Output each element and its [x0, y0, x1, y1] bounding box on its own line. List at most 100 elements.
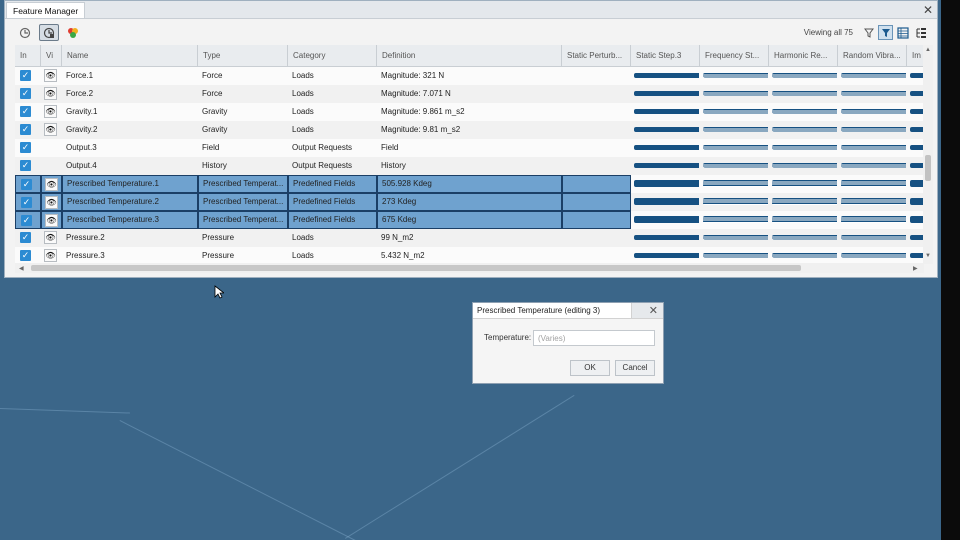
category-cell[interactable]: Loads	[288, 103, 377, 121]
include-checkbox[interactable]: ✓	[21, 215, 32, 226]
vertical-scrollbar[interactable]: ▲ ▼	[923, 45, 933, 264]
step-activity-bar[interactable]	[910, 180, 924, 187]
step-activity-bar[interactable]	[772, 163, 837, 168]
step-activity-bar[interactable]	[841, 109, 906, 114]
static-perturbation-cell[interactable]	[562, 229, 631, 247]
step-activity-bar[interactable]	[910, 91, 924, 96]
definition-cell[interactable]: History	[377, 157, 562, 175]
name-cell[interactable]: Prescribed Temperature.1	[62, 175, 198, 193]
include-checkbox[interactable]: ✓	[20, 70, 31, 81]
step-activity-bar[interactable]	[634, 91, 699, 96]
type-cell[interactable]: Prescribed Temperat...	[198, 175, 288, 193]
definition-cell[interactable]: Magnitude: 321 N	[377, 67, 562, 85]
column-header[interactable]: Definition	[377, 45, 562, 67]
category-cell[interactable]: Output Requests	[288, 139, 377, 157]
eye-icon[interactable]: 👁	[45, 196, 58, 209]
window-title-tab[interactable]: Feature Manager	[6, 2, 86, 18]
step-activity-bar[interactable]	[772, 127, 837, 132]
table-row[interactable]: ✓ 👁 Pressure.2 Pressure Loads 99 N_m2	[15, 229, 924, 247]
filter-active-icon[interactable]	[878, 25, 893, 40]
step-activity-bar[interactable]	[910, 73, 924, 78]
tree-view-icon[interactable]	[913, 25, 928, 40]
scroll-right-icon[interactable]: ▶	[913, 265, 918, 272]
type-cell[interactable]: Gravity	[198, 121, 288, 139]
column-header[interactable]: Random Vibra...	[838, 45, 907, 67]
column-header[interactable]: Vi	[41, 45, 62, 67]
step-activity-bar[interactable]	[772, 180, 837, 187]
step-activity-bar[interactable]	[703, 163, 768, 168]
definition-cell[interactable]: Field	[377, 139, 562, 157]
close-icon[interactable]: ✕	[923, 2, 933, 18]
horizontal-scroll-thumb[interactable]	[31, 265, 801, 271]
column-header[interactable]: Harmonic Re...	[769, 45, 838, 67]
eye-icon[interactable]: 👁	[45, 178, 58, 191]
column-header[interactable]: In	[15, 45, 41, 67]
category-cell[interactable]: Loads	[288, 67, 377, 85]
table-row[interactable]: ✓ 👁 Prescribed Temperature.1 Prescribed Tem…	[15, 175, 924, 193]
name-cell[interactable]: Gravity.2	[62, 121, 198, 139]
name-cell[interactable]: Gravity.1	[62, 103, 198, 121]
scroll-left-icon[interactable]: ◀	[19, 265, 24, 272]
step-activity-bar[interactable]	[841, 145, 906, 150]
step-activity-bar[interactable]	[703, 91, 768, 96]
column-header[interactable]: Im	[907, 45, 924, 67]
definition-cell[interactable]: 5.432 N_m2	[377, 247, 562, 264]
type-cell[interactable]: Prescribed Temperat...	[198, 193, 288, 211]
static-perturbation-cell[interactable]	[562, 85, 631, 103]
eye-icon[interactable]: 👁	[44, 87, 57, 100]
step-activity-bar[interactable]	[841, 73, 906, 78]
include-checkbox[interactable]: ✓	[20, 124, 31, 135]
step-activity-bar[interactable]	[910, 198, 924, 205]
table-row[interactable]: ✓ Output.4 History Output Requests History	[15, 157, 924, 175]
category-cell[interactable]: Output Requests	[288, 157, 377, 175]
step-activity-bar[interactable]	[703, 127, 768, 132]
category-cell[interactable]: Loads	[288, 247, 377, 264]
column-header[interactable]: Static Step.3	[631, 45, 700, 67]
static-perturbation-cell[interactable]	[562, 67, 631, 85]
step-activity-bar[interactable]	[703, 216, 768, 223]
name-cell[interactable]: Pressure.3	[62, 247, 198, 264]
step-activity-bar[interactable]	[772, 198, 837, 205]
category-cell[interactable]: Loads	[288, 121, 377, 139]
category-cell[interactable]: Predefined Fields	[288, 193, 377, 211]
name-cell[interactable]: Output.4	[62, 157, 198, 175]
category-cell[interactable]: Loads	[288, 229, 377, 247]
step-activity-bar[interactable]	[703, 198, 768, 205]
step-activity-bar[interactable]	[772, 73, 837, 78]
table-row[interactable]: ✓ 👁 Force.2 Force Loads Magnitude: 7.071 N	[15, 85, 924, 103]
step-activity-bar[interactable]	[910, 216, 924, 223]
type-cell[interactable]: Pressure	[198, 247, 288, 264]
include-checkbox[interactable]: ✓	[20, 142, 31, 153]
step-activity-bar[interactable]	[634, 145, 699, 150]
column-header[interactable]: Category	[288, 45, 377, 67]
step-activity-bar[interactable]	[841, 127, 906, 132]
static-perturbation-cell[interactable]	[562, 193, 631, 211]
step-activity-bar[interactable]	[841, 198, 906, 205]
category-cell[interactable]: Predefined Fields	[288, 211, 377, 229]
temperature-input[interactable]	[533, 330, 655, 346]
table-view-icon[interactable]	[895, 25, 910, 40]
eye-icon[interactable]: 👁	[45, 214, 58, 227]
step-activity-bar[interactable]	[841, 253, 906, 258]
static-perturbation-cell[interactable]	[562, 103, 631, 121]
name-cell[interactable]: Output.3	[62, 139, 198, 157]
step-activity-bar[interactable]	[634, 198, 699, 205]
type-cell[interactable]: Pressure	[198, 229, 288, 247]
column-header[interactable]: Frequency St...	[700, 45, 769, 67]
step-activity-bar[interactable]	[634, 163, 699, 168]
name-cell[interactable]: Pressure.2	[62, 229, 198, 247]
static-perturbation-cell[interactable]	[562, 139, 631, 157]
step-activity-bar[interactable]	[772, 91, 837, 96]
include-checkbox[interactable]: ✓	[20, 160, 31, 171]
name-cell[interactable]: Prescribed Temperature.3	[62, 211, 198, 229]
close-icon[interactable]: ✕	[649, 304, 658, 318]
static-perturbation-cell[interactable]	[562, 157, 631, 175]
definition-cell[interactable]: 99 N_m2	[377, 229, 562, 247]
step-activity-bar[interactable]	[772, 235, 837, 240]
filter-icon[interactable]	[861, 25, 876, 40]
definition-cell[interactable]: Magnitude: 7.071 N	[377, 85, 562, 103]
step-activity-bar[interactable]	[910, 127, 924, 132]
step-activity-bar[interactable]	[910, 163, 924, 168]
step-activity-bar[interactable]	[910, 235, 924, 240]
include-checkbox[interactable]: ✓	[20, 88, 31, 99]
